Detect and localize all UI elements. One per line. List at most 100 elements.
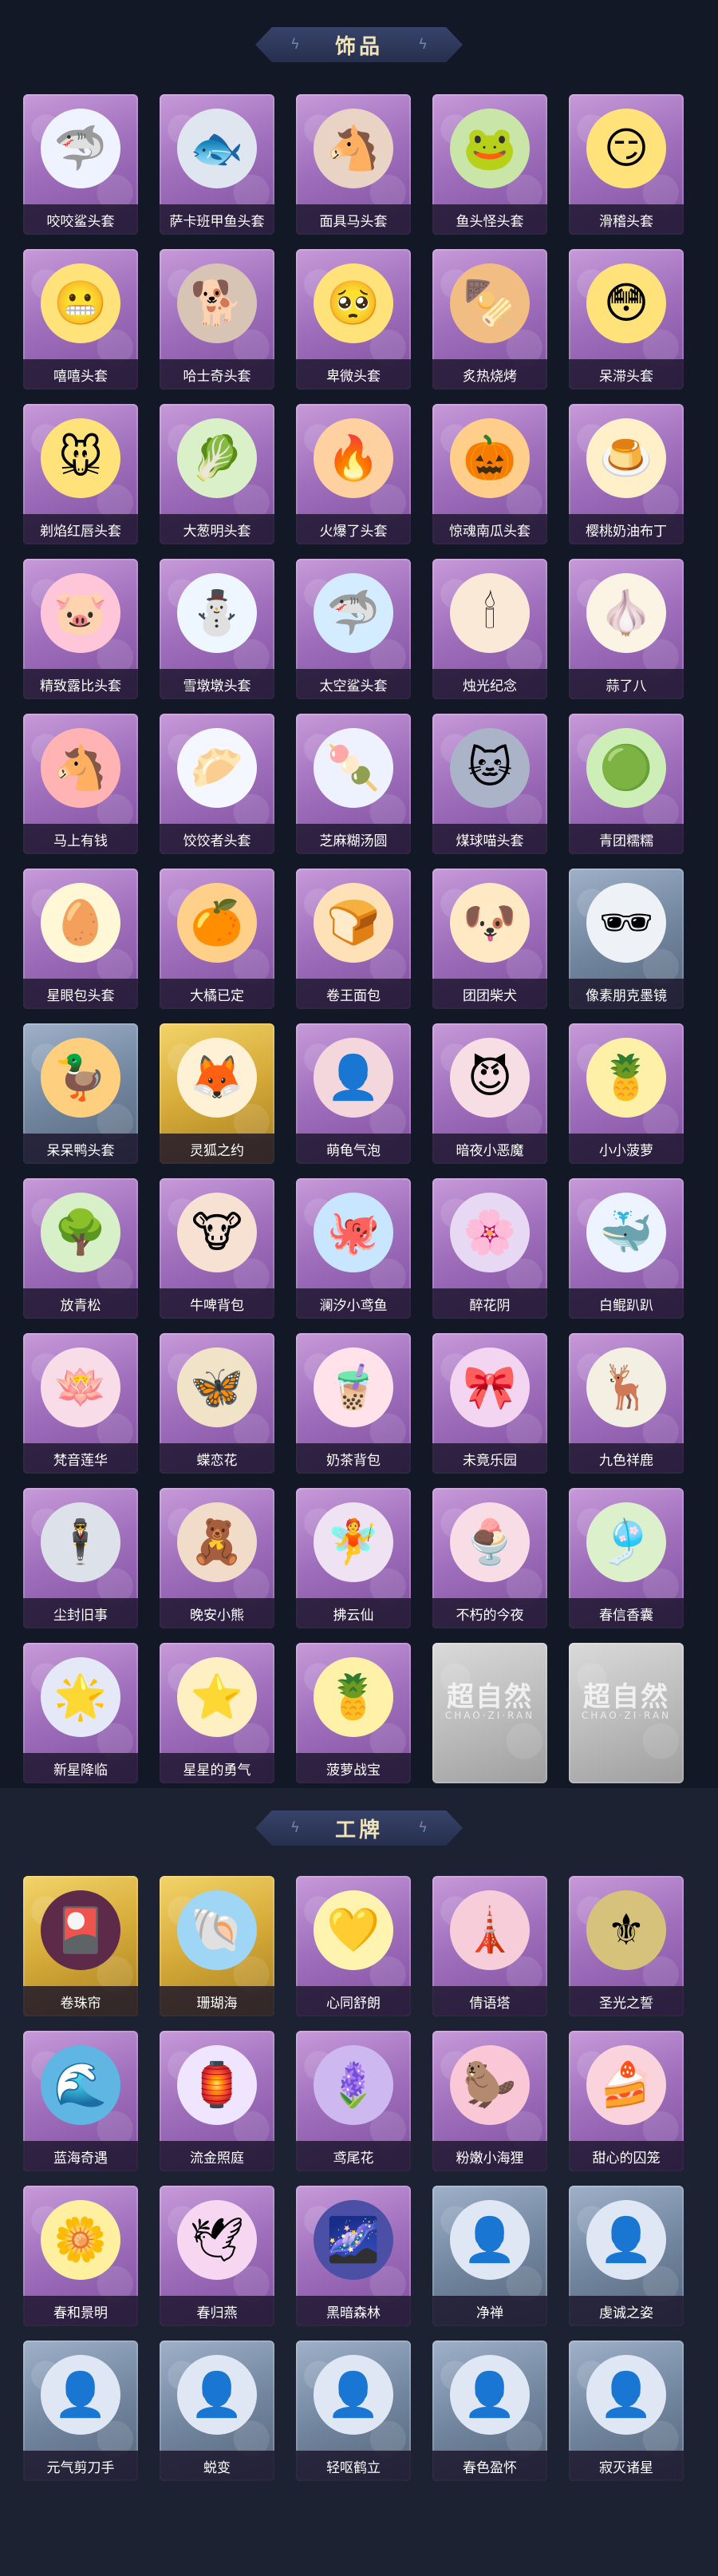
badges-item-card[interactable]: 👤 寂灭诸星 (569, 2341, 684, 2481)
item-image-icon: 😈 (450, 1038, 530, 1118)
accessories-item-card[interactable]: 🦋 蝶恋花 (160, 1333, 274, 1474)
accessories-item-card[interactable]: 🔥 火爆了头套 (296, 404, 411, 544)
accessories-item-card[interactable]: 🐴 马上有钱 (23, 714, 138, 854)
item-label: 鱼头怪头套 (456, 213, 524, 230)
section-title-plate: ϟ 工牌 ϟ (255, 1810, 463, 1846)
item-label: 牛啤背包 (190, 1297, 244, 1314)
accessories-item-card[interactable]: 🟢 青团糯糯 (569, 714, 684, 854)
accessories-item-card[interactable]: 👤 萌龟气泡 (296, 1023, 411, 1164)
accessories-item-card[interactable]: 🐕 哈士奇头套 (160, 249, 274, 390)
accessories-item-card[interactable]: ⛄ 雪墩墩头套 (160, 559, 274, 699)
item-label-bar: 惊魂南瓜头套 (432, 514, 547, 544)
accessories-item-card[interactable]: 🐴 面具马头套 (296, 94, 411, 235)
badges-item-card[interactable]: 🎴 卷珠帘 (23, 1876, 138, 2016)
accessories-item-card[interactable]: 🥚 星眼包头套 (23, 869, 138, 1009)
accessories-item-card[interactable]: 🌳 放青松 (23, 1178, 138, 1319)
item-label-bar: 春色盈怀 (432, 2451, 547, 2481)
badges-item-card[interactable]: 🦫 粉嫩小海狸 (432, 2031, 547, 2171)
item-label: 煤球喵头套 (456, 833, 524, 849)
accessories-item-card[interactable]: 🥬 大葱明头套 (160, 404, 274, 544)
accessories-item-card[interactable]: 🦌 九色祥鹿 (569, 1333, 684, 1474)
accessories-item-card[interactable]: 🌟 新星降临 (23, 1643, 138, 1783)
item-label: 春归燕 (196, 2305, 238, 2321)
accessories-item-card[interactable]: 🥺 卑微头套 (296, 249, 411, 390)
item-label-bar: 烛光纪念 (432, 669, 547, 699)
accessories-item-card[interactable]: 🕯 烛光纪念 (432, 559, 547, 699)
accessories-item-card[interactable]: 🍢 炙热烧烤 (432, 249, 547, 390)
accessories-item-card[interactable]: 🍍 小小菠萝 (569, 1023, 684, 1164)
item-label: 蜕变 (203, 2459, 231, 2476)
accessories-item-card[interactable]: 🦊 灵狐之约 (160, 1023, 274, 1164)
item-image-icon: 🌌 (314, 2200, 393, 2280)
accessories-item-card[interactable]: 🎐 春信香囊 (569, 1488, 684, 1628)
item-image-icon: 🏮 (177, 2045, 257, 2125)
accessories-item-card[interactable]: ⭐ 星星的勇气 (160, 1643, 274, 1783)
badges-item-card[interactable]: 🗼 倩语塔 (432, 1876, 547, 2016)
accessories-item-card[interactable]: 🧋 奶茶背包 (296, 1333, 411, 1474)
accessories-item-card[interactable]: 🕶 像素朋克墨镜 (569, 869, 684, 1009)
badges-item-card[interactable]: 🐚 珊瑚海 (160, 1876, 274, 2016)
accessories-item-card[interactable]: 🐙 澜汐小鸢鱼 (296, 1178, 411, 1319)
item-label: 流金照庭 (190, 2150, 244, 2166)
accessories-item-card[interactable]: 🎃 惊魂南瓜头套 (432, 404, 547, 544)
item-label: 哈士奇头套 (183, 368, 251, 385)
accessories-item-card[interactable]: 🐳 白鲲趴趴 (569, 1178, 684, 1319)
accessories-item-card[interactable]: 🕴 尘封旧事 (23, 1488, 138, 1628)
badges-item-card[interactable]: 🌊 蓝海奇遇 (23, 2031, 138, 2171)
badges-item-card[interactable]: 👤 轻呕鹤立 (296, 2341, 411, 2481)
badges-item-card[interactable]: 🏮 流金照庭 (160, 2031, 274, 2171)
accessories-item-card[interactable]: 🐷 精致露比头套 (23, 559, 138, 699)
accessories-item-card[interactable]: 🌸 醉花阴 (432, 1178, 547, 1319)
badges-item-card[interactable]: 👤 蜕变 (160, 2341, 274, 2481)
accessories-item-card[interactable]: 超自然 CHAO·ZI·RAN (569, 1643, 684, 1783)
accessories-item-card[interactable]: 🐟 萨卡班甲鱼头套 (160, 94, 274, 235)
accessories-item-card[interactable]: 🦆 呆呆鸭头套 (23, 1023, 138, 1164)
item-label: 呆滞头套 (599, 368, 653, 385)
accessories-item-card[interactable]: 🐮 牛啤背包 (160, 1178, 274, 1319)
accessories-item-card[interactable]: 🦈 太空鲨头套 (296, 559, 411, 699)
badges-item-card[interactable]: 👤 净禅 (432, 2186, 547, 2326)
accessories-item-card[interactable]: 🧸 晚安小熊 (160, 1488, 274, 1628)
item-image-icon: 🎃 (450, 418, 530, 498)
accessories-item-card[interactable]: 🥟 饺饺者头套 (160, 714, 274, 854)
item-image-icon: 👤 (314, 2355, 393, 2435)
accessories-item-card[interactable]: 超自然 CHAO·ZI·RAN (432, 1643, 547, 1783)
item-label-bar: 咬咬鲨头套 (23, 204, 138, 235)
badges-item-card[interactable]: 🕊 春归燕 (160, 2186, 274, 2326)
accessories-item-card[interactable]: 🦈 咬咬鲨头套 (23, 94, 138, 235)
badges-item-card[interactable]: 🌼 春和景明 (23, 2186, 138, 2326)
accessories-item-card[interactable]: 🍊 大橘已定 (160, 869, 274, 1009)
item-label-bar: 元气剪刀手 (23, 2451, 138, 2481)
badges-item-card[interactable]: 👤 元气剪刀手 (23, 2341, 138, 2481)
accessories-item-card[interactable]: 🐱 煤球喵头套 (432, 714, 547, 854)
accessories-item-card[interactable]: 😳 呆滞头套 (569, 249, 684, 390)
accessories-item-card[interactable]: 🎀 未竟乐园 (432, 1333, 547, 1474)
badges-item-card[interactable]: 🍰 甜心的囚笼 (569, 2031, 684, 2171)
item-label-bar: 春信香囊 (569, 1598, 684, 1628)
item-label: 卑微头套 (326, 368, 381, 385)
accessories-item-card[interactable]: 🍍 菠萝战宝 (296, 1643, 411, 1783)
accessories-item-card[interactable]: 😬 嘻嘻头套 (23, 249, 138, 390)
badges-item-card[interactable]: 🌌 黑暗森林 (296, 2186, 411, 2326)
accessories-item-card[interactable]: 🍮 樱桃奶油布丁 (569, 404, 684, 544)
accessories-item-card[interactable]: 🍨 不朽的今夜 (432, 1488, 547, 1628)
accessories-item-card[interactable]: 🍞 卷王面包 (296, 869, 411, 1009)
accessories-item-card[interactable]: 😏 滑稽头套 (569, 94, 684, 235)
badges-item-card[interactable]: 💛 心同舒朗 (296, 1876, 411, 2016)
item-label-bar: 新星降临 (23, 1753, 138, 1783)
accessories-item-card[interactable]: 🐭 剃焰红唇头套 (23, 404, 138, 544)
badges-item-card[interactable]: 👤 春色盈怀 (432, 2341, 547, 2481)
badges-item-card[interactable]: 🪻 鸢尾花 (296, 2031, 411, 2171)
accessories-item-card[interactable]: 🐸 鱼头怪头套 (432, 94, 547, 235)
badges-item-card[interactable]: 👤 虔诚之姿 (569, 2186, 684, 2326)
accessories-item-card[interactable]: 🐶 团团柴犬 (432, 869, 547, 1009)
accessories-item-card[interactable]: 😈 暗夜小恶魔 (432, 1023, 547, 1164)
badges-item-card[interactable]: ⚜ 圣光之誓 (569, 1876, 684, 2016)
accessories-item-card[interactable]: 🍡 芝麻糊汤圆 (296, 714, 411, 854)
ornament-right-icon: ϟ (418, 1819, 428, 1836)
accessories-item-card[interactable]: 🧄 蒜了八 (569, 559, 684, 699)
item-label: 蓝海奇遇 (53, 2150, 108, 2166)
accessories-item-card[interactable]: 🧚 拂云仙 (296, 1488, 411, 1628)
accessories-item-card[interactable]: 🪷 梵音莲华 (23, 1333, 138, 1474)
item-image-icon: 🌸 (450, 1193, 530, 1272)
